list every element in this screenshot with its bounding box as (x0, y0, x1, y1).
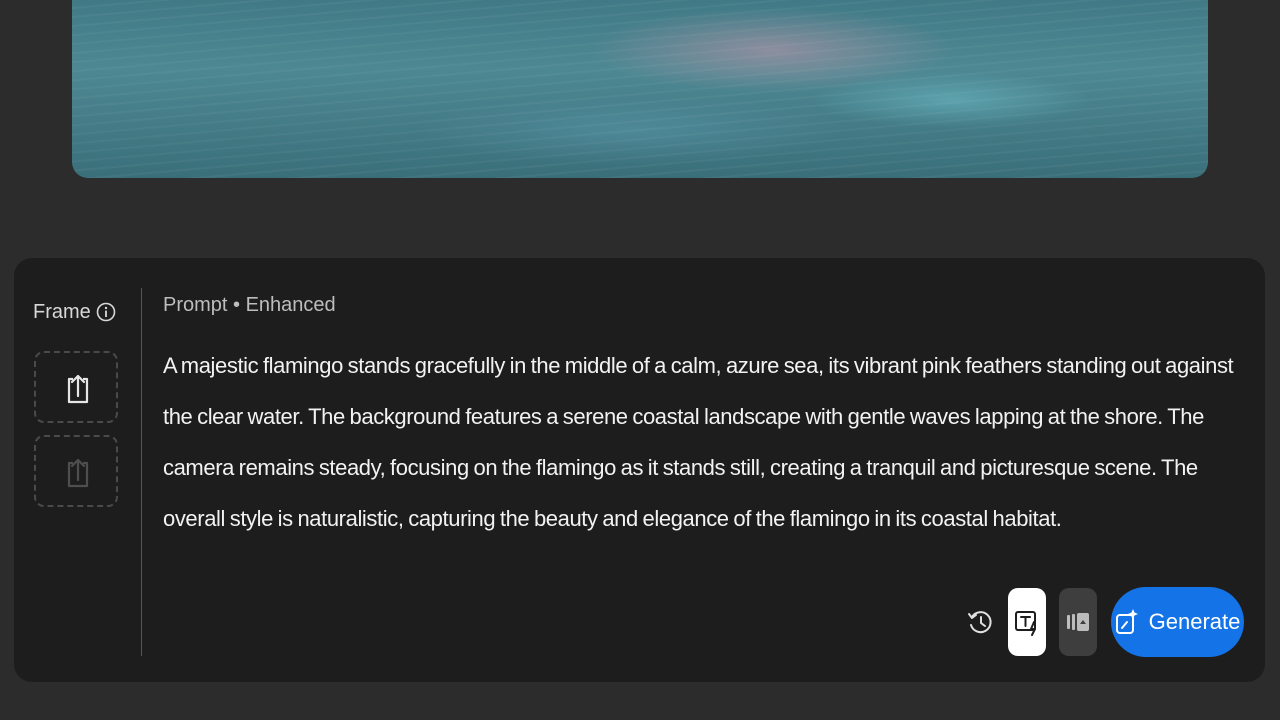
last-frame-upload-slot[interactable] (34, 435, 118, 507)
prompt-toolbar: Generate (952, 587, 1244, 657)
reference-image-icon (1067, 613, 1089, 631)
generate-sparkle-icon (1115, 609, 1138, 634)
upload-icon (67, 458, 89, 488)
text-style-icon (1015, 611, 1036, 636)
first-frame-upload-slot[interactable] (34, 351, 118, 423)
text-style-button[interactable] (1008, 588, 1046, 656)
upload-icon (67, 374, 89, 404)
generate-button[interactable]: Generate (1111, 587, 1244, 657)
history-button[interactable] (965, 588, 995, 656)
water-texture (72, 0, 1208, 178)
info-icon[interactable] (96, 302, 116, 322)
history-icon (968, 611, 992, 634)
frame-column: Frame (14, 258, 142, 682)
generate-label: Generate (1148, 609, 1241, 634)
prompt-label: Prompt • Enhanced (163, 294, 336, 316)
column-divider (141, 288, 142, 656)
prompt-panel: Frame Prompt • Enhanced A majestic flami… (14, 258, 1265, 682)
video-preview (72, 0, 1208, 178)
reference-image-button[interactable] (1059, 588, 1097, 656)
prompt-text-field[interactable]: A majestic flamingo stands gracefully in… (163, 340, 1243, 544)
frame-label: Frame (33, 301, 91, 323)
